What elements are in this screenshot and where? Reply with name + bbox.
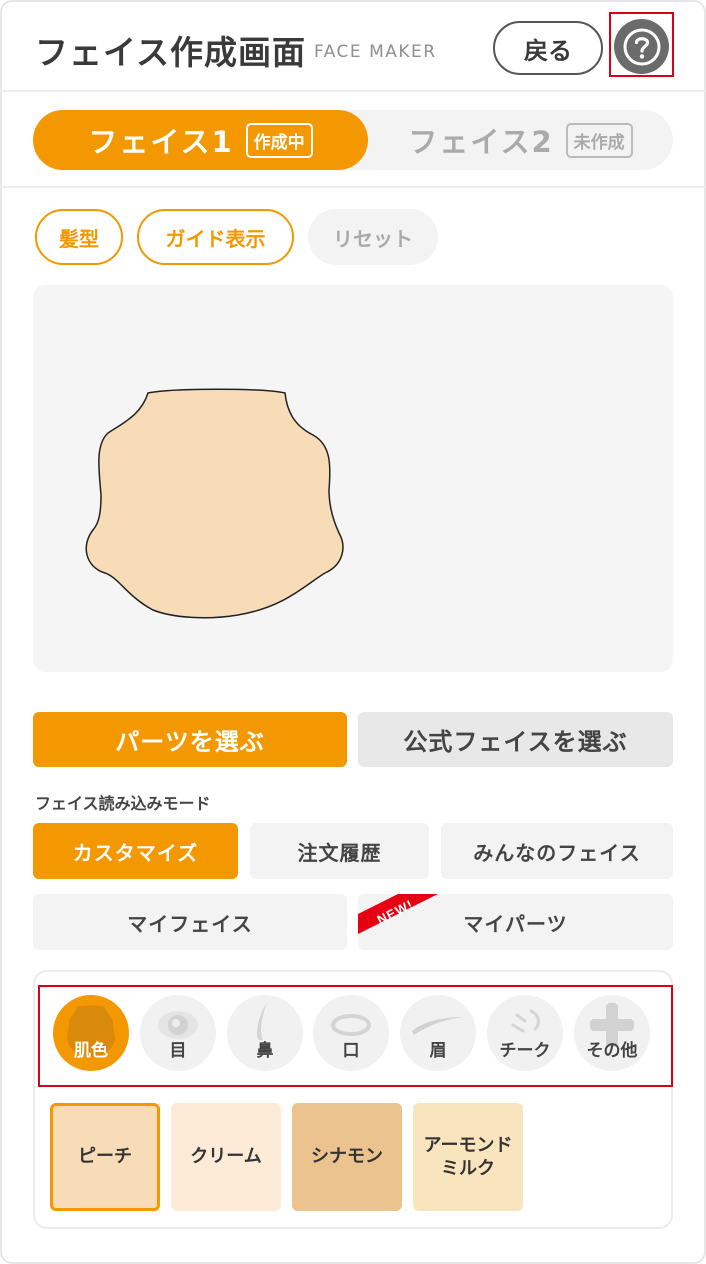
tab-face-1-label: フェイス1 — [88, 125, 234, 159]
tab-face-1-badge: 作成中 — [245, 122, 313, 158]
category-eye[interactable]: 目 — [140, 995, 216, 1071]
mode-my-face-button[interactable]: マイフェイス — [33, 894, 347, 950]
face-shape — [85, 388, 344, 619]
swatch-peach-label: ピーチ — [78, 1146, 132, 1168]
swatch-cinnamon[interactable]: シナモン — [292, 1103, 402, 1211]
swatch-almond-milk[interactable]: アーモンドミルク — [413, 1103, 523, 1211]
face-canvas[interactable] — [33, 285, 673, 672]
mode-customize-button[interactable]: カスタマイズ — [33, 823, 238, 879]
category-eyebrow[interactable]: 眉 — [400, 995, 476, 1071]
mode-my-parts-button[interactable]: NEW! マイパーツ — [358, 894, 673, 950]
category-nose[interactable]: 鼻 — [227, 995, 303, 1071]
tab-face-2-badge: 未作成 — [565, 122, 633, 158]
header: フェイス作成画面 FACE MAKER 戻る — [0, 0, 706, 92]
select-official-face-button[interactable]: 公式フェイスを選ぶ — [358, 712, 673, 767]
category-skin[interactable]: 肌色 — [53, 995, 129, 1071]
tab-face-1[interactable]: フェイス1 作成中 — [33, 110, 368, 170]
guide-button[interactable]: ガイド表示 — [137, 209, 294, 265]
swatch-peach[interactable]: ピーチ — [50, 1103, 160, 1211]
swatch-almond-milk-label: アーモンドミルク — [423, 1134, 513, 1179]
category-eye-label: 目 — [169, 1041, 187, 1061]
hair-button[interactable]: 髪型 — [35, 209, 123, 265]
mode-everyone-faces-button[interactable]: みんなのフェイス — [441, 823, 673, 879]
new-badge: NEW! — [358, 894, 438, 934]
category-skin-label: 肌色 — [74, 1041, 108, 1061]
back-button[interactable]: 戻る — [493, 21, 603, 75]
swatch-cinnamon-label: シナモン — [311, 1146, 383, 1168]
category-other-label: その他 — [586, 1041, 638, 1061]
mode-label: フェイス読み込みモード — [35, 794, 211, 813]
help-button[interactable] — [614, 19, 669, 74]
mode-order-history-button[interactable]: 注文履歴 — [250, 823, 429, 879]
category-mouth-label: 口 — [342, 1041, 360, 1061]
divider — [0, 186, 706, 188]
question-icon — [623, 28, 660, 65]
category-nose-label: 鼻 — [256, 1041, 274, 1061]
reset-button[interactable]: リセット — [308, 209, 438, 265]
tab-face-2[interactable]: フェイス2 未作成 — [368, 110, 673, 170]
category-cheek[interactable]: チーク — [487, 995, 563, 1071]
category-other[interactable]: その他 — [574, 995, 650, 1071]
tab-face-2-label: フェイス2 — [408, 125, 554, 159]
category-mouth[interactable]: 口 — [313, 995, 389, 1071]
mode-my-parts-label: マイパーツ — [463, 911, 568, 936]
swatch-cream[interactable]: クリーム — [171, 1103, 281, 1211]
page-title: フェイス作成画面 — [35, 33, 307, 72]
category-cheek-label: チーク — [499, 1041, 551, 1061]
select-parts-button[interactable]: パーツを選ぶ — [33, 712, 347, 767]
page-subtitle: FACE MAKER — [314, 42, 437, 62]
category-eyebrow-label: 眉 — [429, 1041, 447, 1061]
swatch-cream-label: クリーム — [190, 1146, 262, 1168]
